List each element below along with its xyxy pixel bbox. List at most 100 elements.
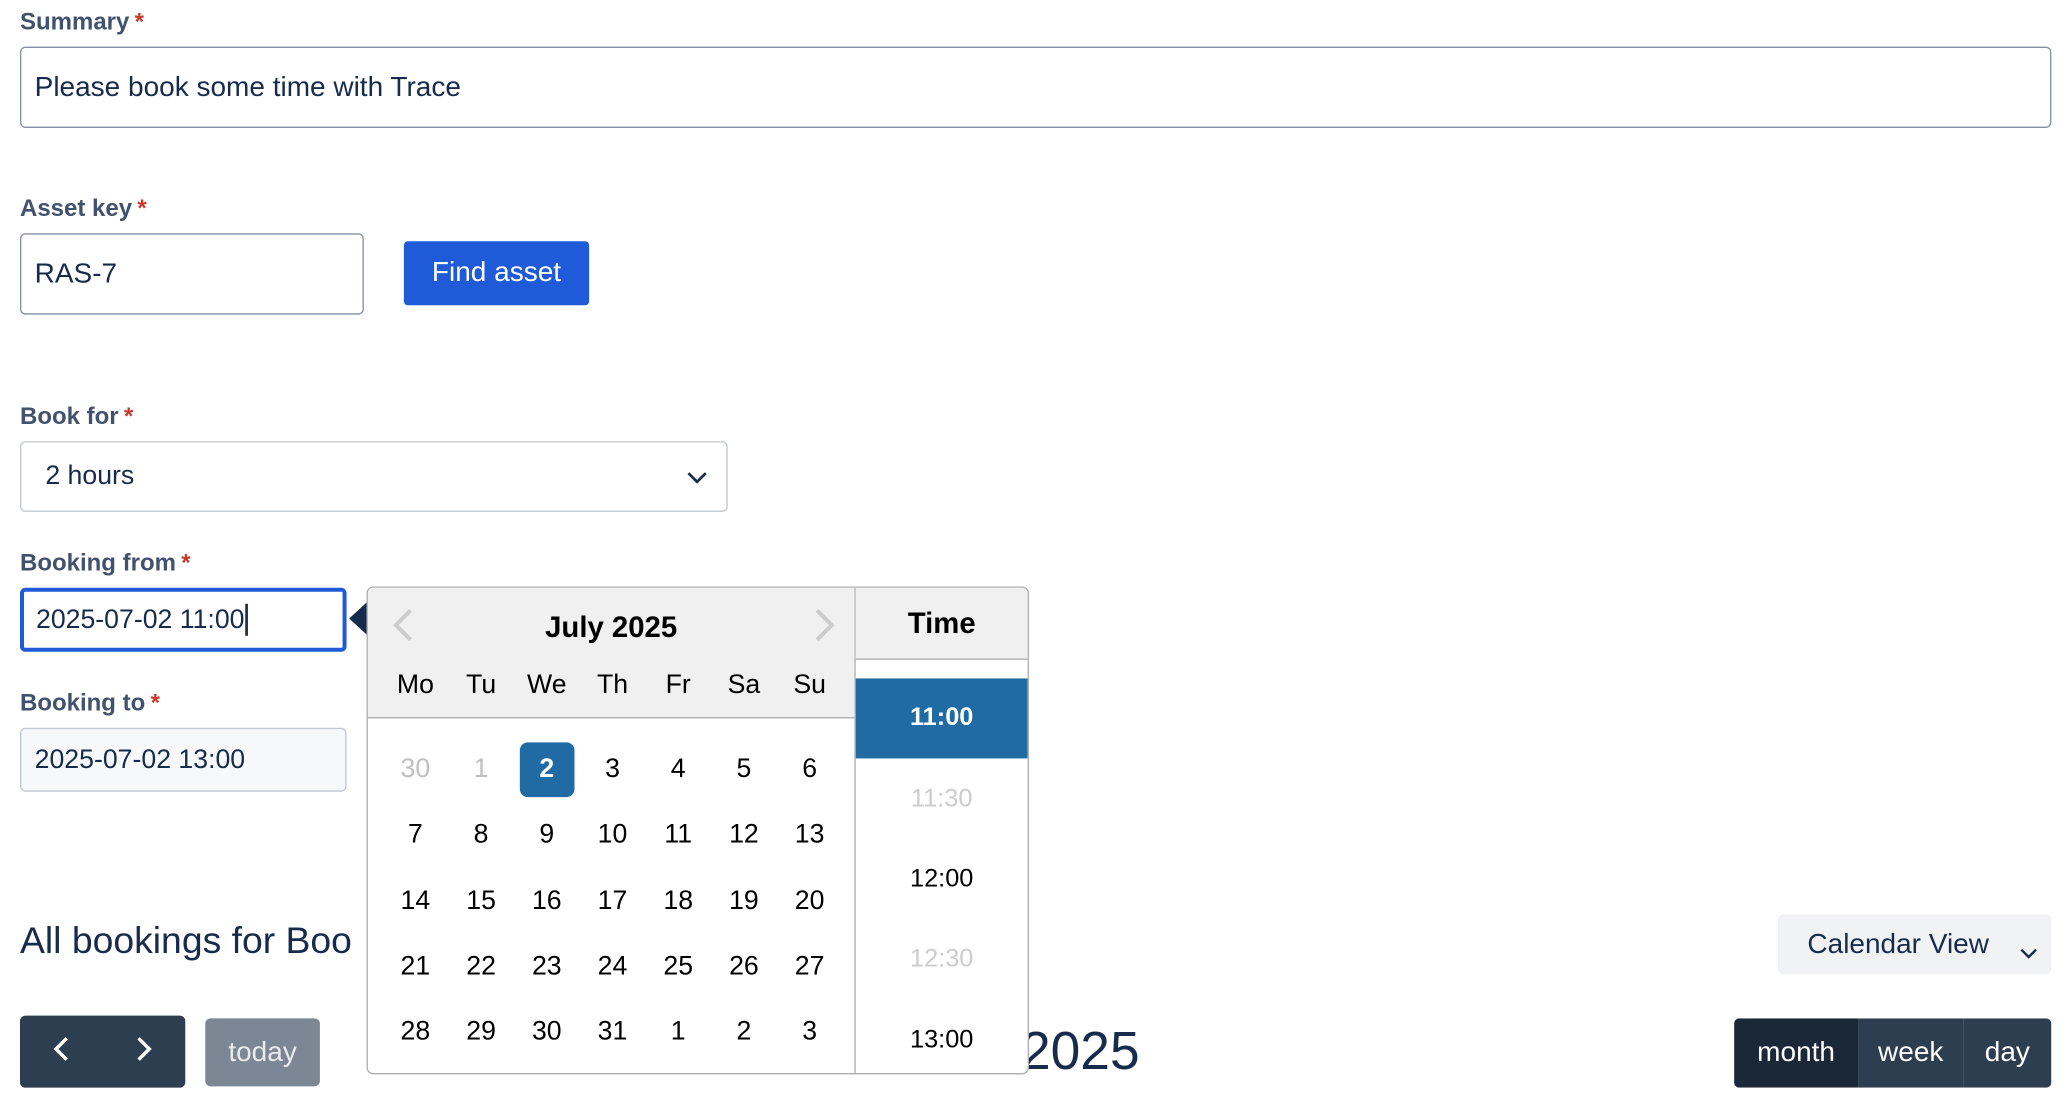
day-cell[interactable]: 9 — [514, 820, 580, 851]
day-number: 4 — [670, 754, 686, 784]
chevron-down-icon — [686, 461, 707, 492]
day-cell[interactable]: 6 — [777, 755, 843, 786]
booking-to-value: 2025-07-02 13:00 — [34, 744, 246, 774]
summary-label-text: Summary — [19, 7, 130, 35]
day-number: 1 — [473, 754, 489, 784]
day-cell[interactable]: 22 — [448, 952, 514, 983]
required-marker: * — [137, 194, 147, 222]
summary-label: Summary * — [20, 8, 144, 36]
weekday-label: Su — [793, 670, 826, 700]
view-week-label: week — [1878, 1036, 1944, 1068]
day-number: 7 — [407, 820, 423, 850]
required-marker: * — [181, 549, 191, 576]
booking-from-input[interactable]: 2025-07-02 11:00 — [19, 587, 347, 652]
day-number: 23 — [531, 951, 562, 982]
day-cell[interactable]: 11 — [645, 820, 711, 851]
day-cell[interactable]: 21 — [383, 952, 449, 983]
booking-from-label: Booking from * — [20, 549, 191, 577]
day-number: 3 — [605, 754, 620, 784]
day-cell[interactable]: 30 — [514, 1017, 580, 1048]
required-marker: * — [123, 402, 134, 430]
day-number: 19 — [729, 886, 759, 916]
day-cell[interactable]: 16 — [514, 886, 580, 917]
today-button[interactable]: today — [205, 1018, 320, 1087]
book-for-select[interactable]: 2 hours — [19, 441, 728, 512]
day-number: 12 — [729, 820, 759, 850]
day-cell[interactable]: 29 — [448, 1017, 514, 1048]
day-cell: 1 — [448, 755, 514, 786]
next-month-button[interactable] — [812, 606, 839, 650]
day-cell[interactable]: 17 — [580, 886, 646, 917]
day-cell[interactable]: 2 — [711, 1017, 777, 1048]
day-cell[interactable]: 13 — [777, 820, 843, 851]
datepicker-pointer — [349, 602, 367, 635]
day-cell-selected[interactable]: 2 — [514, 742, 580, 798]
time-option[interactable]: 13:00 — [856, 1000, 1028, 1073]
day-cell[interactable]: 1 — [645, 1017, 711, 1048]
time-option-label: 11:30 — [910, 784, 973, 813]
day-cell[interactable]: 4 — [645, 755, 711, 786]
view-week-button[interactable]: week — [1858, 1018, 1964, 1088]
day-number: 24 — [597, 951, 628, 982]
datepicker-month-panel: July 2025 Mo Tu We Th Fr Sa Su 30 1 2 3 4 5 6 7 8 9 10 11… — [367, 587, 856, 1073]
summary-value: Please book some time with Trace — [34, 71, 461, 102]
day-number: 27 — [794, 951, 825, 982]
day-cell[interactable]: 19 — [711, 886, 777, 917]
day-cell[interactable]: 27 — [777, 952, 843, 983]
time-header: Time — [855, 587, 1028, 660]
day-cell[interactable]: 20 — [777, 886, 843, 917]
time-option-label: 11:00 — [909, 704, 974, 733]
weekday-label: We — [527, 670, 567, 700]
time-option-label: 13:00 — [909, 1025, 974, 1054]
find-asset-button[interactable]: Find asset — [403, 241, 590, 306]
day-cell[interactable]: 24 — [580, 952, 646, 983]
day-cell[interactable]: 15 — [448, 886, 514, 917]
asset-key-label-text: Asset key — [19, 194, 133, 222]
view-month-button[interactable]: month — [1734, 1018, 1859, 1088]
booking-page: Summary * Please book some time with Trac… — [0, 0, 2066, 1116]
day-cell[interactable]: 25 — [645, 952, 711, 983]
day-number: 22 — [466, 951, 496, 982]
week-row: 7 8 9 10 11 12 13 — [383, 803, 843, 869]
summary-input[interactable]: Please book some time with Trace — [19, 46, 2052, 128]
day-cell[interactable]: 28 — [383, 1017, 449, 1048]
datepicker-time-panel: Time 11:00 11:30 12:00 12:30 13:00 — [855, 587, 1028, 1073]
booking-to-label-text: Booking to — [19, 689, 146, 716]
next-button[interactable] — [103, 1016, 186, 1088]
view-month-label: month — [1757, 1036, 1835, 1068]
calendar-view-select[interactable]: Calendar View — [1778, 914, 2052, 975]
day-cell[interactable]: 7 — [383, 820, 449, 851]
day-number: 15 — [466, 886, 496, 916]
prev-button[interactable] — [20, 1016, 103, 1088]
day-cell[interactable]: 14 — [383, 886, 449, 917]
week-row: 14 15 16 17 18 19 20 — [383, 869, 843, 935]
asset-key-label: Asset key * — [20, 195, 147, 223]
day-cell[interactable]: 3 — [777, 1017, 843, 1048]
day-cell[interactable]: 12 — [711, 820, 777, 851]
view-day-button[interactable]: day — [1963, 1018, 2052, 1088]
day-cell[interactable]: 10 — [580, 820, 646, 851]
time-option[interactable]: 12:00 — [856, 839, 1028, 919]
day-number: 10 — [597, 820, 628, 850]
day-cell: 30 — [383, 755, 449, 786]
day-number: 17 — [597, 886, 628, 916]
datepicker-popup: July 2025 Mo Tu We Th Fr Sa Su 30 1 2 3 4 5 6 7 8 9 10 11… — [366, 586, 1029, 1075]
day-cell[interactable]: 5 — [711, 755, 777, 786]
day-cell[interactable]: 18 — [645, 886, 711, 917]
booking-to-input[interactable]: 2025-07-02 13:00 — [19, 727, 347, 792]
day-number: 25 — [663, 951, 694, 982]
day-cell[interactable]: 8 — [448, 820, 514, 851]
day-number: 31 — [597, 1017, 628, 1047]
time-option-label: 12:30 — [909, 945, 974, 974]
day-cell[interactable]: 26 — [711, 952, 777, 983]
find-asset-label: Find asset — [431, 257, 562, 288]
required-marker: * — [134, 7, 145, 35]
day-cell[interactable]: 3 — [580, 755, 646, 786]
day-cell[interactable]: 31 — [580, 1017, 646, 1048]
day-number: 2 — [736, 1017, 752, 1047]
view-switcher: month week day — [1734, 1018, 2052, 1088]
asset-key-input[interactable]: RAS-7 — [19, 233, 364, 315]
weekday-label: Sa — [727, 670, 761, 700]
time-option-selected[interactable]: 11:00 — [855, 678, 1028, 759]
day-cell[interactable]: 23 — [514, 952, 580, 983]
